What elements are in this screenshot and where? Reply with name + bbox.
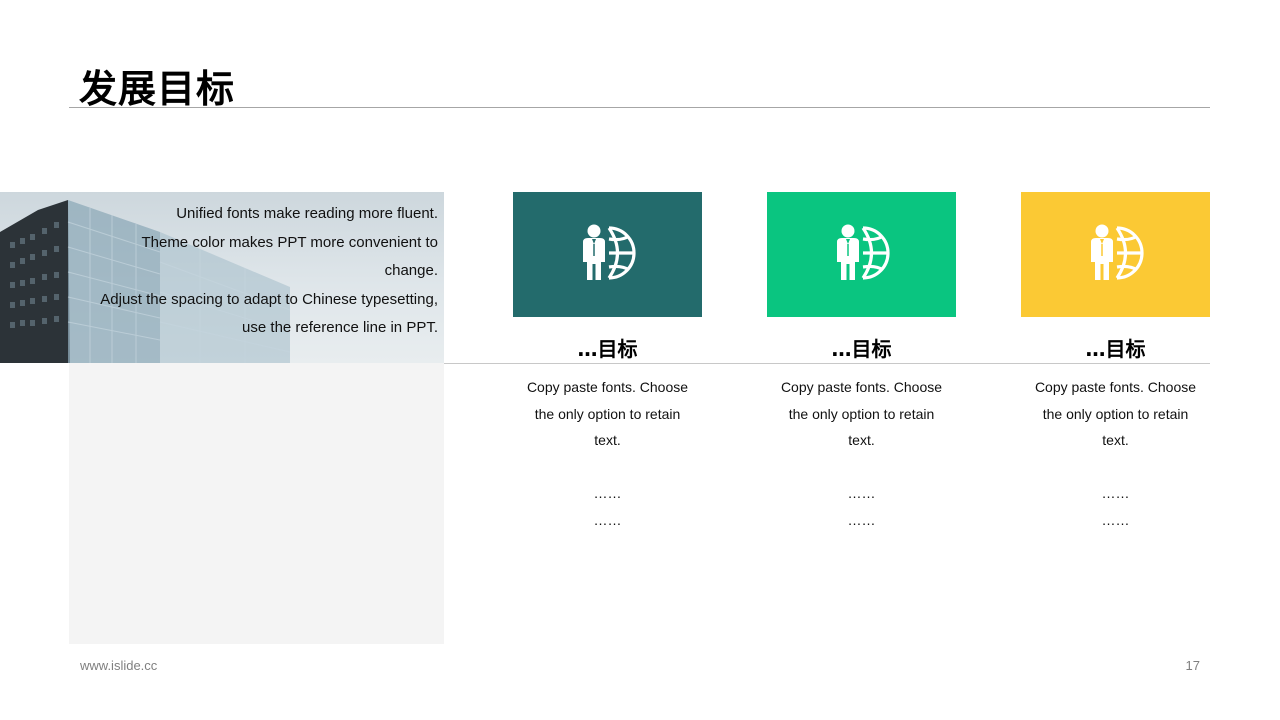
goal-card-color-box [513, 192, 702, 317]
goal-card-ellipsis: …… [593, 485, 622, 501]
goal-card-line: text. [848, 432, 875, 448]
goal-card-color-box [767, 192, 956, 317]
goal-card-line: Copy paste fonts. Choose [1034, 379, 1197, 395]
goal-card-ellipsis: …… [847, 485, 876, 501]
goal-card-ellipsis: …… [593, 511, 622, 528]
goal-card-3: …目标 Copy paste fonts. Choose the only op… [1021, 192, 1210, 533]
goal-card-text: Copy paste fonts. Choose the only option… [767, 374, 956, 533]
goal-card-2: …目标 Copy paste fonts. Choose the only op… [767, 192, 956, 533]
page-number: 17 [1185, 658, 1200, 673]
businessman-globe-icon [580, 222, 636, 287]
goal-card-line: text. [594, 432, 621, 448]
goal-card-line: Copy paste fonts. Choose [780, 379, 943, 395]
footer-url: www.islide.cc [80, 658, 158, 673]
goal-card-title: …目标 [1085, 337, 1146, 361]
goal-card-text: Copy paste fonts. Choose the only option… [1021, 374, 1210, 533]
goal-card-title: …目标 [831, 337, 892, 361]
businessman-globe-icon [1088, 222, 1144, 287]
goal-card-line: the only option to retain [534, 405, 681, 422]
goal-card-line: the only option to retain [788, 405, 935, 422]
goal-card-ellipsis: …… [1101, 511, 1130, 528]
goal-card-text: Copy paste fonts. Choose the only option… [513, 374, 702, 533]
page-title: 发展目标 [79, 67, 236, 111]
goal-card-line: Copy paste fonts. Choose [526, 379, 689, 395]
goal-card-color-box [1021, 192, 1210, 317]
intro-text: Unified fonts make reading more fluent. … [70, 200, 438, 343]
intro-line: change. [384, 262, 438, 280]
intro-line: Adjust the spacing to adapt to Chinese t… [100, 290, 438, 308]
gray-background-panel [69, 363, 444, 644]
title-divider [69, 107, 1210, 108]
goal-card-line: the only option to retain [1042, 405, 1189, 422]
intro-line: Theme color makes PPT more convenient to [141, 233, 438, 251]
goal-card-1: …目标 Copy paste fonts. Choose the only op… [513, 192, 702, 533]
goal-card-title: …目标 [577, 337, 638, 361]
intro-line: use the reference line in PPT. [242, 319, 438, 337]
businessman-globe-icon [834, 222, 890, 287]
intro-line: Unified fonts make reading more fluent. [176, 205, 438, 222]
goal-card-line: text. [1102, 432, 1129, 448]
goal-card-ellipsis: …… [1101, 485, 1130, 501]
goal-card-ellipsis: …… [847, 511, 876, 528]
